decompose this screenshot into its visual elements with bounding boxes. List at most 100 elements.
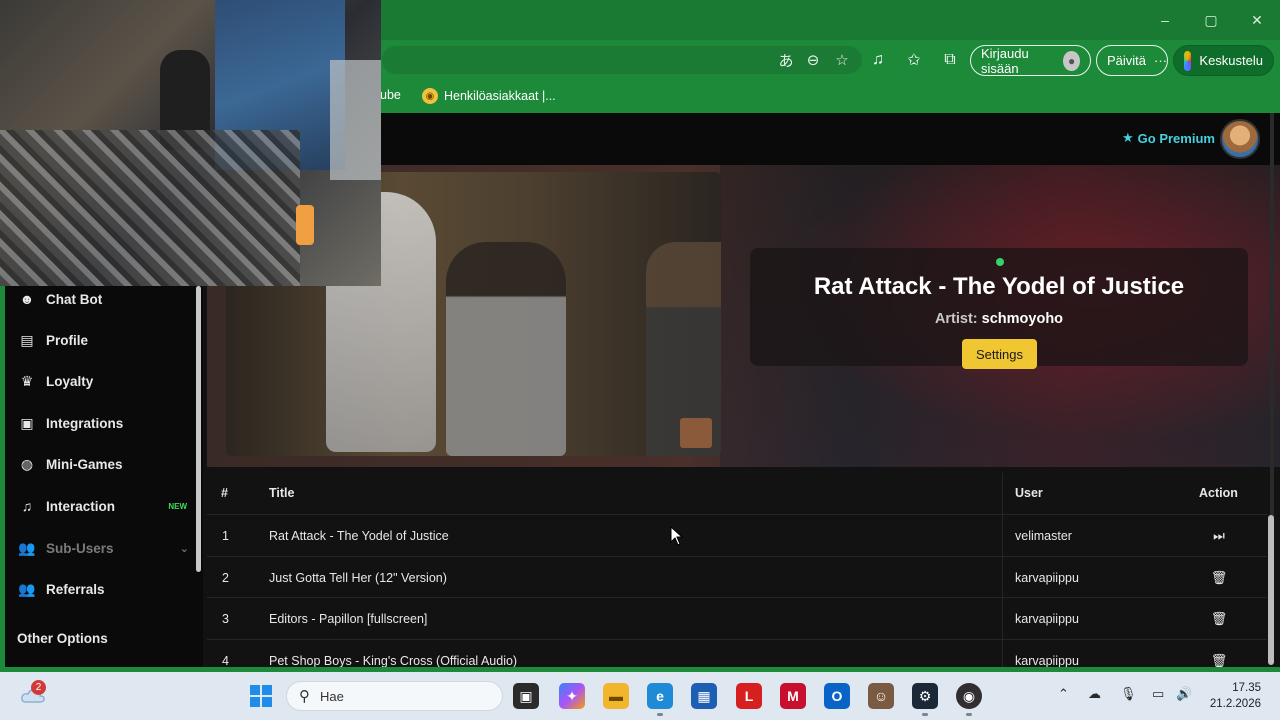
- row-title: Just Gotta Tell Her (12" Version): [269, 571, 447, 585]
- more-dots-icon: ···: [1154, 53, 1168, 68]
- close-window-button[interactable]: ✕: [1234, 0, 1280, 40]
- table-row[interactable]: 4 Pet Shop Boys - King's Cross (Official…: [207, 639, 1267, 669]
- requester-avatar: [680, 418, 712, 448]
- copilot-label: Keskustelu: [1199, 53, 1263, 68]
- column-header-number: #: [221, 486, 228, 500]
- task-view-icon[interactable]: ▣: [513, 683, 539, 709]
- user-group-icon: 👥: [18, 580, 36, 597]
- media-control-icon[interactable]: ♫: [866, 48, 890, 72]
- zoom-out-icon[interactable]: ⊖: [803, 50, 823, 70]
- sidebar-item-mini-games[interactable]: ◍ Mini-Games: [18, 451, 193, 477]
- skip-forward-icon[interactable]: ⏭: [1210, 528, 1228, 544]
- live-status-dot: [996, 258, 1004, 266]
- taskbar-clock[interactable]: 17.35 21.2.2026: [1203, 680, 1261, 712]
- microphone-icon[interactable]: 🎙: [1120, 686, 1137, 702]
- sidebar-item-referrals[interactable]: 👥 Referrals: [18, 576, 193, 602]
- column-header-title: Title: [269, 486, 295, 500]
- copilot-app-icon[interactable]: ✦: [559, 683, 585, 709]
- user-avatar[interactable]: [1220, 119, 1260, 159]
- search-icon: ⚲: [299, 688, 310, 705]
- outlook-icon[interactable]: O: [824, 683, 850, 709]
- favorites-icon[interactable]: ✩: [902, 48, 926, 72]
- artist-line: Artist: schmoyoho: [750, 311, 1248, 327]
- sidebar-item-integrations[interactable]: ▣ Integrations: [18, 410, 193, 436]
- column-header-user: User: [1015, 486, 1043, 500]
- row-number: 1: [222, 529, 229, 543]
- settings-button[interactable]: Settings: [962, 339, 1037, 369]
- bank-icon: ◉: [422, 88, 438, 104]
- webcam-scene-window: [330, 60, 381, 180]
- active-app-indicator: [657, 713, 663, 716]
- sidebar-item-sub-users[interactable]: 👥 Sub-Users ⌄: [18, 535, 193, 561]
- chevron-down-icon: ⌄: [179, 542, 189, 555]
- translate-icon[interactable]: あ: [776, 50, 796, 70]
- minimize-button[interactable]: –: [1142, 0, 1188, 40]
- restore-button[interactable]: ▢: [1188, 0, 1234, 40]
- sidebar-item-profile[interactable]: ▤ Profile: [18, 327, 193, 353]
- webcam-scene-light: [296, 205, 314, 245]
- copilot-chat-button[interactable]: Keskustelu: [1173, 45, 1274, 76]
- sidebar-item-label: Referrals: [46, 581, 105, 597]
- trash-icon[interactable]: 🗑: [1210, 570, 1228, 586]
- sidebar-item-label: Mini-Games: [46, 456, 123, 472]
- sidebar-item-loyalty[interactable]: ♛ Loyalty: [18, 368, 193, 394]
- steam-icon[interactable]: ⚙: [912, 683, 938, 709]
- windows-logo-icon: [250, 685, 272, 707]
- robot-icon: ☻: [19, 291, 35, 307]
- cloud-sync-icon[interactable]: ☁: [1088, 686, 1101, 702]
- bookmark-henkiloasiakkaat[interactable]: ◉ Henkilöasiakkaat |...: [422, 88, 556, 104]
- table-row[interactable]: 3 Editors - Papillon [fullscreen] karvap…: [207, 597, 1267, 638]
- table-scrollbar[interactable]: [1268, 515, 1274, 665]
- obs-studio-icon[interactable]: ◉: [956, 683, 982, 709]
- webcam-scene-blanket: [0, 130, 300, 286]
- taskbar-search[interactable]: ⚲ Hae: [286, 681, 503, 711]
- go-premium-label: Go Premium: [1137, 130, 1215, 146]
- update-label: Päivitä: [1107, 53, 1147, 68]
- gamepad-icon: ◍: [20, 455, 34, 472]
- row-title: Editors - Papillon [fullscreen]: [269, 612, 428, 626]
- bookmark-youtube[interactable]: ube: [380, 88, 401, 102]
- go-premium-link[interactable]: ★ Go Premium: [1122, 130, 1215, 146]
- notification-badge: 2: [31, 680, 46, 695]
- row-number: 3: [222, 612, 229, 626]
- plug-icon: ▣: [20, 414, 34, 431]
- favorite-star-icon[interactable]: ☆: [832, 50, 852, 70]
- sidebar-item-label: Chat Bot: [46, 291, 103, 307]
- edge-browser-icon[interactable]: e: [647, 683, 673, 709]
- lenovo-app-icon[interactable]: L: [736, 683, 762, 709]
- network-icon[interactable]: ▭: [1152, 686, 1164, 702]
- sidebar-item-label: Profile: [46, 332, 89, 348]
- sign-in-button[interactable]: Kirjaudu sisään ●: [970, 45, 1091, 76]
- update-button[interactable]: Päivitä ···: [1096, 45, 1168, 76]
- row-user: karvapiippu: [1015, 571, 1079, 585]
- video-frame-figure: [446, 242, 566, 456]
- row-number: 2: [222, 571, 229, 585]
- microsoft-store-icon[interactable]: ▦: [691, 683, 717, 709]
- tray-overflow-chevron-icon[interactable]: ⌃: [1058, 686, 1069, 702]
- webcam-overlay: [0, 0, 381, 286]
- collections-icon[interactable]: ⧉: [938, 48, 962, 72]
- table-row[interactable]: 2 Just Gotta Tell Her (12" Version) karv…: [207, 556, 1267, 597]
- id-card-icon: ▤: [20, 331, 34, 348]
- column-header-action: Action: [1199, 486, 1238, 500]
- artist-name: schmoyoho: [981, 311, 1064, 327]
- screen: – ▢ ✕ あ ⊖ ☆ ♫ ✩ ⧉ Kirjaudu sisään ● Päiv…: [0, 0, 1280, 720]
- bookmark-label: Henkilöasiakkaat |...: [444, 89, 556, 103]
- sidebar-item-chat-bot[interactable]: ☻ Chat Bot: [18, 286, 193, 312]
- game-app-icon[interactable]: ☺: [868, 683, 894, 709]
- sidebar-item-interaction[interactable]: ♫ Interaction NEW: [18, 493, 193, 519]
- row-number: 4: [222, 654, 229, 668]
- trash-icon[interactable]: 🗑: [1210, 611, 1228, 627]
- trophy-icon: ♛: [20, 372, 34, 389]
- volume-icon[interactable]: 🔊: [1176, 686, 1192, 702]
- sidebar-item-label: Integrations: [46, 415, 124, 431]
- sidebar-item-label: Loyalty: [46, 373, 94, 389]
- artist-label: Artist:: [934, 311, 978, 327]
- mcafee-icon[interactable]: M: [780, 683, 806, 709]
- new-badge: NEW: [168, 501, 187, 511]
- start-button[interactable]: [248, 683, 274, 709]
- table-row[interactable]: 1 Rat Attack - The Yodel of Justice veli…: [207, 514, 1267, 555]
- file-explorer-icon[interactable]: ▬: [603, 683, 629, 709]
- window-controls: – ▢ ✕: [1142, 0, 1280, 40]
- sidebar-scrollbar[interactable]: [196, 286, 201, 572]
